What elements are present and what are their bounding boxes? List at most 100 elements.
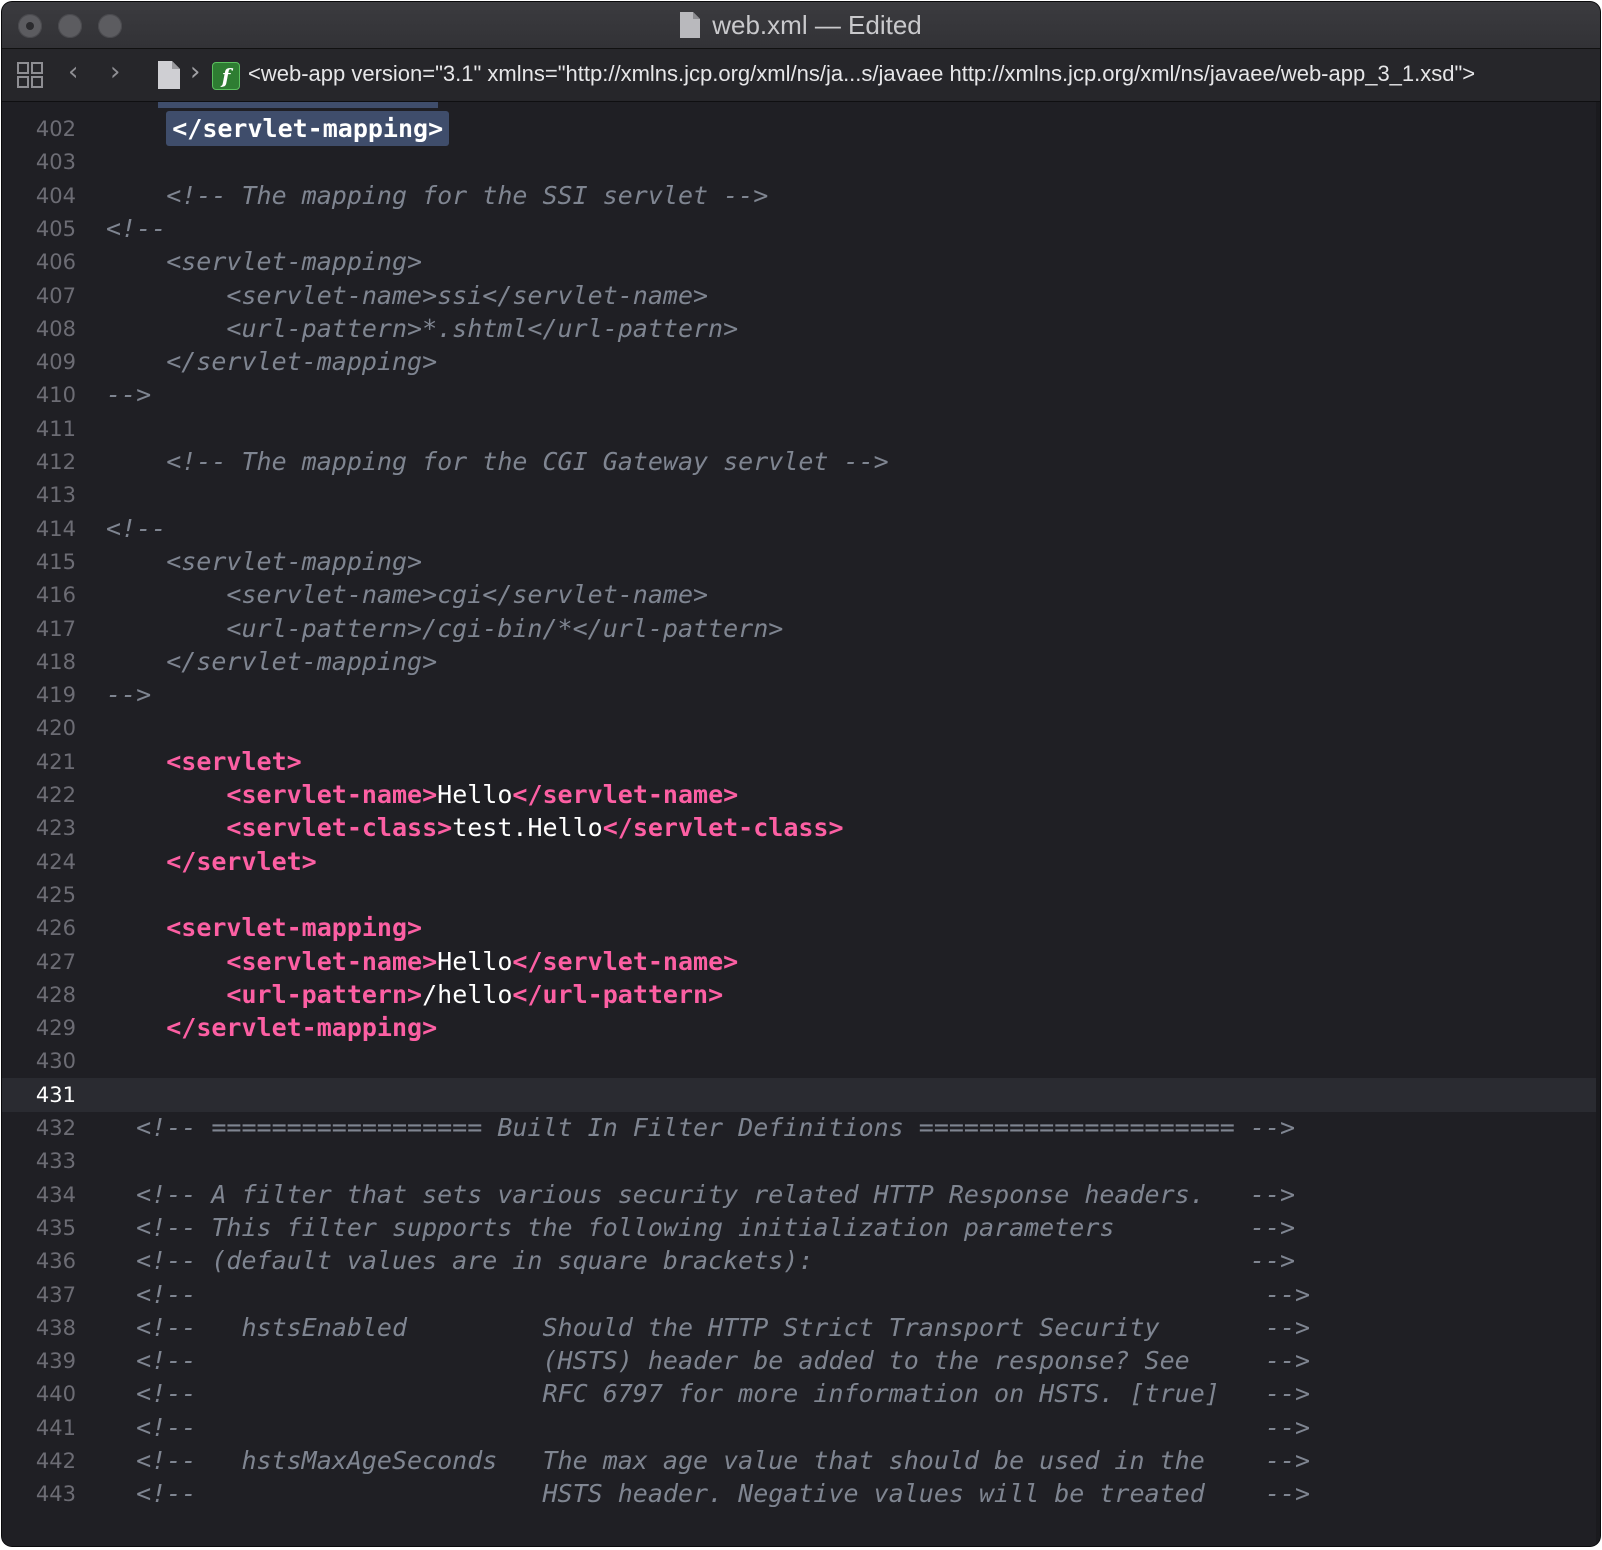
line-number[interactable]: 402: [2, 112, 76, 146]
line-number[interactable]: 425: [2, 878, 76, 912]
code-line[interactable]: 416 <servlet-name>cgi</servlet-name>: [2, 578, 1600, 612]
line-number[interactable]: 429: [2, 1011, 76, 1045]
line-number[interactable]: 441: [2, 1411, 76, 1445]
related-items-icon[interactable]: [16, 61, 44, 89]
editor-window: web.xml — Edited ‹ › › f <web-app versio…: [2, 2, 1600, 1546]
code-line[interactable]: 406 <servlet-mapping>: [2, 245, 1600, 279]
code-editor[interactable]: 402 </servlet-mapping> 403 404 <!-- The ma…: [2, 102, 1600, 1546]
code-line[interactable]: 421 <servlet>: [2, 745, 1600, 779]
line-number[interactable]: 417: [2, 612, 76, 646]
code-line[interactable]: 424 </servlet>: [2, 845, 1600, 879]
line-number[interactable]: 410: [2, 378, 76, 412]
line-number[interactable]: 438: [2, 1311, 76, 1345]
code-line[interactable]: 437 <!-- -->: [2, 1278, 1600, 1312]
line-number[interactable]: 440: [2, 1377, 76, 1411]
code-line[interactable]: 427 <servlet-name>Hello</servlet-name>: [2, 945, 1600, 979]
code-line[interactable]: 418 </servlet-mapping>: [2, 645, 1600, 679]
file-icon[interactable]: [158, 61, 186, 89]
code-line[interactable]: 442 <!-- hstsMaxAgeSeconds The max age v…: [2, 1444, 1600, 1478]
code-line[interactable]: 428 <url-pattern>/hello</url-pattern>: [2, 978, 1600, 1012]
line-number[interactable]: 409: [2, 345, 76, 379]
code-line[interactable]: 439 <!-- (HSTS) header be added to the r…: [2, 1344, 1600, 1378]
line-number[interactable]: 442: [2, 1444, 76, 1478]
line-number[interactable]: 406: [2, 245, 76, 279]
line-number[interactable]: 437: [2, 1278, 76, 1312]
code-line[interactable]: 411: [2, 412, 1600, 446]
function-icon[interactable]: f: [212, 62, 240, 90]
code-line[interactable]: 409 </servlet-mapping>: [2, 345, 1600, 379]
code-line[interactable]: 402 </servlet-mapping>: [2, 111, 1600, 146]
line-number[interactable]: 431: [2, 1078, 76, 1112]
line-number[interactable]: 405: [2, 212, 76, 246]
code-line[interactable]: 434 <!-- A filter that sets various secu…: [2, 1178, 1600, 1212]
line-number[interactable]: 403: [2, 145, 76, 179]
code-line[interactable]: 407 <servlet-name>ssi</servlet-name>: [2, 279, 1600, 313]
line-number[interactable]: 408: [2, 312, 76, 346]
code-line[interactable]: 429 </servlet-mapping>: [2, 1011, 1600, 1045]
code-line[interactable]: 433: [2, 1144, 1600, 1178]
line-number[interactable]: 415: [2, 545, 76, 579]
code-line[interactable]: 403: [2, 145, 1600, 179]
code-line[interactable]: 413: [2, 478, 1600, 512]
line-number[interactable]: 435: [2, 1211, 76, 1245]
line-number[interactable]: 430: [2, 1044, 76, 1078]
line-number[interactable]: 436: [2, 1244, 76, 1278]
line-number[interactable]: 422: [2, 778, 76, 812]
scrollbar[interactable]: [1596, 102, 1600, 1546]
comment-token: <!-- RFC 6797 for more information on HS…: [106, 1379, 1311, 1409]
code-line[interactable]: 410 -->: [2, 378, 1600, 412]
line-code: <!-- This filter supports the following …: [106, 1211, 1295, 1245]
code-line[interactable]: 430: [2, 1044, 1600, 1078]
forward-chevron-icon[interactable]: ›: [110, 57, 138, 87]
line-number[interactable]: 427: [2, 945, 76, 979]
line-number[interactable]: 424: [2, 845, 76, 879]
line-number[interactable]: 423: [2, 811, 76, 845]
line-number[interactable]: 412: [2, 445, 76, 479]
line-number[interactable]: 419: [2, 678, 76, 712]
line-number[interactable]: 418: [2, 645, 76, 679]
code-line[interactable]: 441 <!-- -->: [2, 1411, 1600, 1445]
code-line[interactable]: 431: [2, 1077, 1600, 1112]
selection-partial-line: [158, 102, 438, 108]
code-line[interactable]: 426 <servlet-mapping>: [2, 911, 1600, 945]
code-line[interactable]: 405 <!--: [2, 212, 1600, 246]
line-number[interactable]: 414: [2, 512, 76, 546]
code-line[interactable]: 443 <!-- HSTS header. Negative values wi…: [2, 1477, 1600, 1511]
code-line[interactable]: 438 <!-- hstsEnabled Should the HTTP Str…: [2, 1311, 1600, 1345]
code-line[interactable]: 432 <!-- ================== Built In Fil…: [2, 1111, 1600, 1145]
line-number[interactable]: 407: [2, 279, 76, 313]
code-line[interactable]: 422 <servlet-name>Hello</servlet-name>: [2, 778, 1600, 812]
code-line[interactable]: 435 <!-- This filter supports the follow…: [2, 1211, 1600, 1245]
line-number[interactable]: 420: [2, 711, 76, 745]
code-line[interactable]: 425: [2, 878, 1600, 912]
line-number[interactable]: 411: [2, 412, 76, 446]
line-number[interactable]: 443: [2, 1477, 76, 1511]
line-number[interactable]: 413: [2, 478, 76, 512]
line-code: <url-pattern>/cgi-bin/*</url-pattern>: [106, 612, 783, 646]
xml-tag-token: <servlet-mapping>: [166, 913, 423, 943]
code-line[interactable]: 419 -->: [2, 678, 1600, 712]
line-number[interactable]: 439: [2, 1344, 76, 1378]
code-line[interactable]: 423 <servlet-class>test.Hello</servlet-c…: [2, 811, 1600, 845]
line-number[interactable]: 421: [2, 745, 76, 779]
code-line[interactable]: 440 <!-- RFC 6797 for more information o…: [2, 1377, 1600, 1411]
code-line[interactable]: 404 <!-- The mapping for the SSI servlet…: [2, 179, 1600, 213]
line-number[interactable]: 416: [2, 578, 76, 612]
code-line[interactable]: 415 <servlet-mapping>: [2, 545, 1600, 579]
code-line[interactable]: 414 <!--: [2, 512, 1600, 546]
line-number[interactable]: 426: [2, 911, 76, 945]
line-number[interactable]: 404: [2, 179, 76, 213]
jump-bar-path[interactable]: <web-app version="3.1" xmlns="http://xml…: [248, 61, 1475, 87]
code-line[interactable]: 408 <url-pattern>*.shtml</url-pattern>: [2, 312, 1600, 346]
line-number[interactable]: 428: [2, 978, 76, 1012]
line-number[interactable]: 433: [2, 1144, 76, 1178]
code-line[interactable]: 412 <!-- The mapping for the CGI Gateway…: [2, 445, 1600, 479]
line-number[interactable]: 432: [2, 1111, 76, 1145]
code-line[interactable]: 417 <url-pattern>/cgi-bin/*</url-pattern…: [2, 612, 1600, 646]
comment-token: <url-pattern>/cgi-bin/*</url-pattern>: [106, 613, 784, 643]
back-chevron-icon[interactable]: ‹: [68, 57, 96, 87]
line-number[interactable]: 434: [2, 1178, 76, 1212]
code-line[interactable]: 436 <!-- (default values are in square b…: [2, 1244, 1600, 1278]
code-line[interactable]: 420: [2, 711, 1600, 745]
